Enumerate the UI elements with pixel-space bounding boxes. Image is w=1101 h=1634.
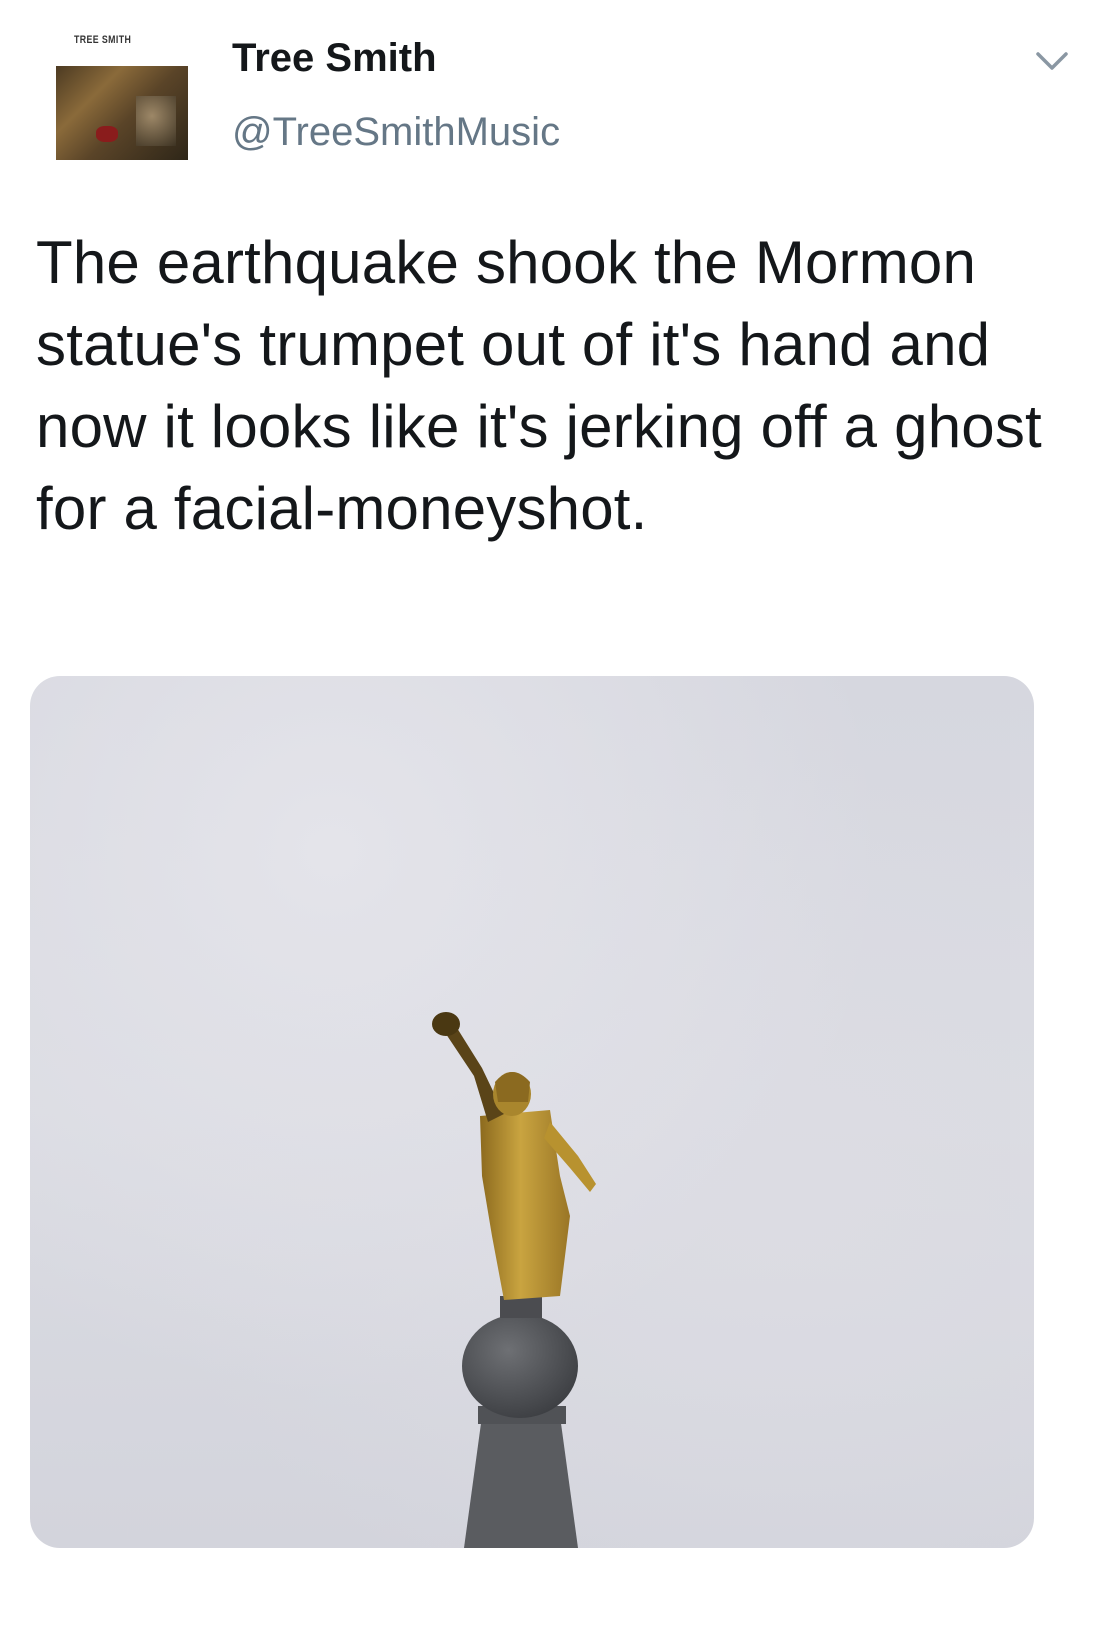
tweet-text: The earthquake shook the Mormon statue's… [36, 229, 1042, 542]
chevron-down-icon[interactable] [1032, 48, 1072, 76]
avatar-image [56, 66, 188, 160]
statue-photo [432, 1012, 596, 1548]
tweet: TREE SMITH Tree Smith @TreeSmithMusic Th… [0, 0, 1101, 1634]
user-handle[interactable]: @TreeSmithMusic [232, 110, 560, 155]
display-name[interactable]: Tree Smith [232, 36, 437, 81]
tweet-media-image[interactable] [30, 676, 1034, 1548]
avatar[interactable]: TREE SMITH [46, 28, 194, 160]
avatar-brand-text: TREE SMITH [74, 34, 132, 46]
